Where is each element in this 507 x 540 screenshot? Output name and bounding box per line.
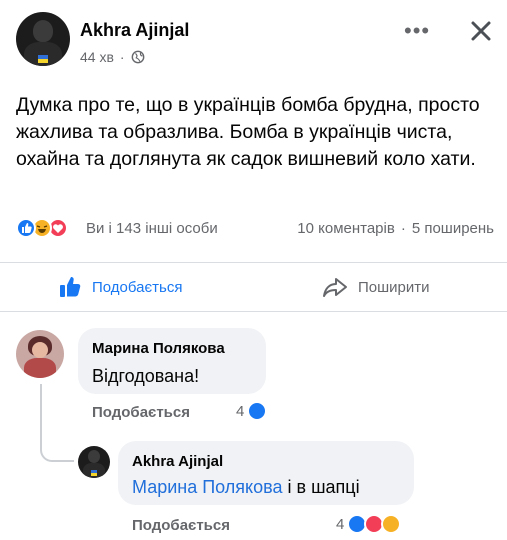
post-header: Akhra Ajinjal 44 хв · •••	[16, 12, 496, 72]
comment-reaction-number: 4	[236, 402, 245, 420]
globe-icon	[131, 50, 144, 64]
like-reaction-icon	[16, 218, 36, 238]
share-button-label: Поширити	[358, 278, 430, 296]
reply-bubble: Akhra Ajinjal Марина Полякова і в шапці	[118, 441, 414, 505]
reply-reaction-number: 4	[336, 515, 345, 533]
close-icon[interactable]	[468, 18, 494, 44]
post-stats: Ви і 143 інші особи 10 коментарів · 5 по…	[16, 217, 496, 241]
haha-reaction-icon	[381, 514, 402, 534]
author-name[interactable]: Akhra Ajinjal	[80, 20, 189, 41]
reaction-count-text[interactable]: Ви і 143 інші особи	[86, 220, 218, 237]
post-time[interactable]: 44 хв	[80, 49, 114, 65]
post-meta: 44 хв ·	[80, 49, 145, 65]
comments-count[interactable]: 10 коментарів	[297, 220, 395, 237]
thumbs-up-icon	[60, 277, 81, 297]
post-text: Думка про те, що в українців бомба брудн…	[16, 94, 480, 170]
action-bar: Подобається Поширити	[0, 262, 507, 312]
shares-count[interactable]: 5 поширень	[412, 220, 494, 237]
more-options-icon[interactable]: •••	[404, 20, 430, 42]
counts-separator: ·	[400, 220, 406, 237]
reply-mention[interactable]: Марина Полякова	[132, 477, 283, 497]
like-reaction-icon	[247, 401, 268, 421]
meta-separator: ·	[119, 49, 125, 65]
reactions-summary[interactable]	[16, 217, 82, 239]
reply-like-button[interactable]: Подобається	[132, 517, 230, 534]
author-avatar[interactable]	[16, 12, 70, 66]
like-button[interactable]: Подобається	[58, 275, 182, 299]
reply-author-name[interactable]: Akhra Ajinjal	[132, 453, 223, 470]
comment-bubble: Марина Полякова Відгодована!	[78, 328, 266, 394]
reply-reaction-count[interactable]: 4	[336, 514, 402, 534]
reply-text: Марина Полякова і в шапці	[132, 477, 360, 498]
reply-thread-line	[40, 384, 74, 462]
comment-like-button[interactable]: Подобається	[92, 404, 190, 421]
engagement-counts: 10 коментарів · 5 поширень	[297, 220, 494, 237]
reply-body: і в шапці	[282, 477, 360, 497]
reply-author-avatar[interactable]	[78, 446, 110, 478]
comment-reaction-count[interactable]: 4	[236, 401, 268, 421]
commenter-avatar[interactable]	[16, 330, 64, 378]
commenter-name[interactable]: Марина Полякова	[92, 340, 225, 357]
share-button[interactable]: Поширити	[322, 275, 430, 299]
share-arrow-icon	[323, 278, 347, 297]
like-button-label: Подобається	[92, 278, 183, 296]
comment-text: Відгодована!	[92, 366, 200, 386]
